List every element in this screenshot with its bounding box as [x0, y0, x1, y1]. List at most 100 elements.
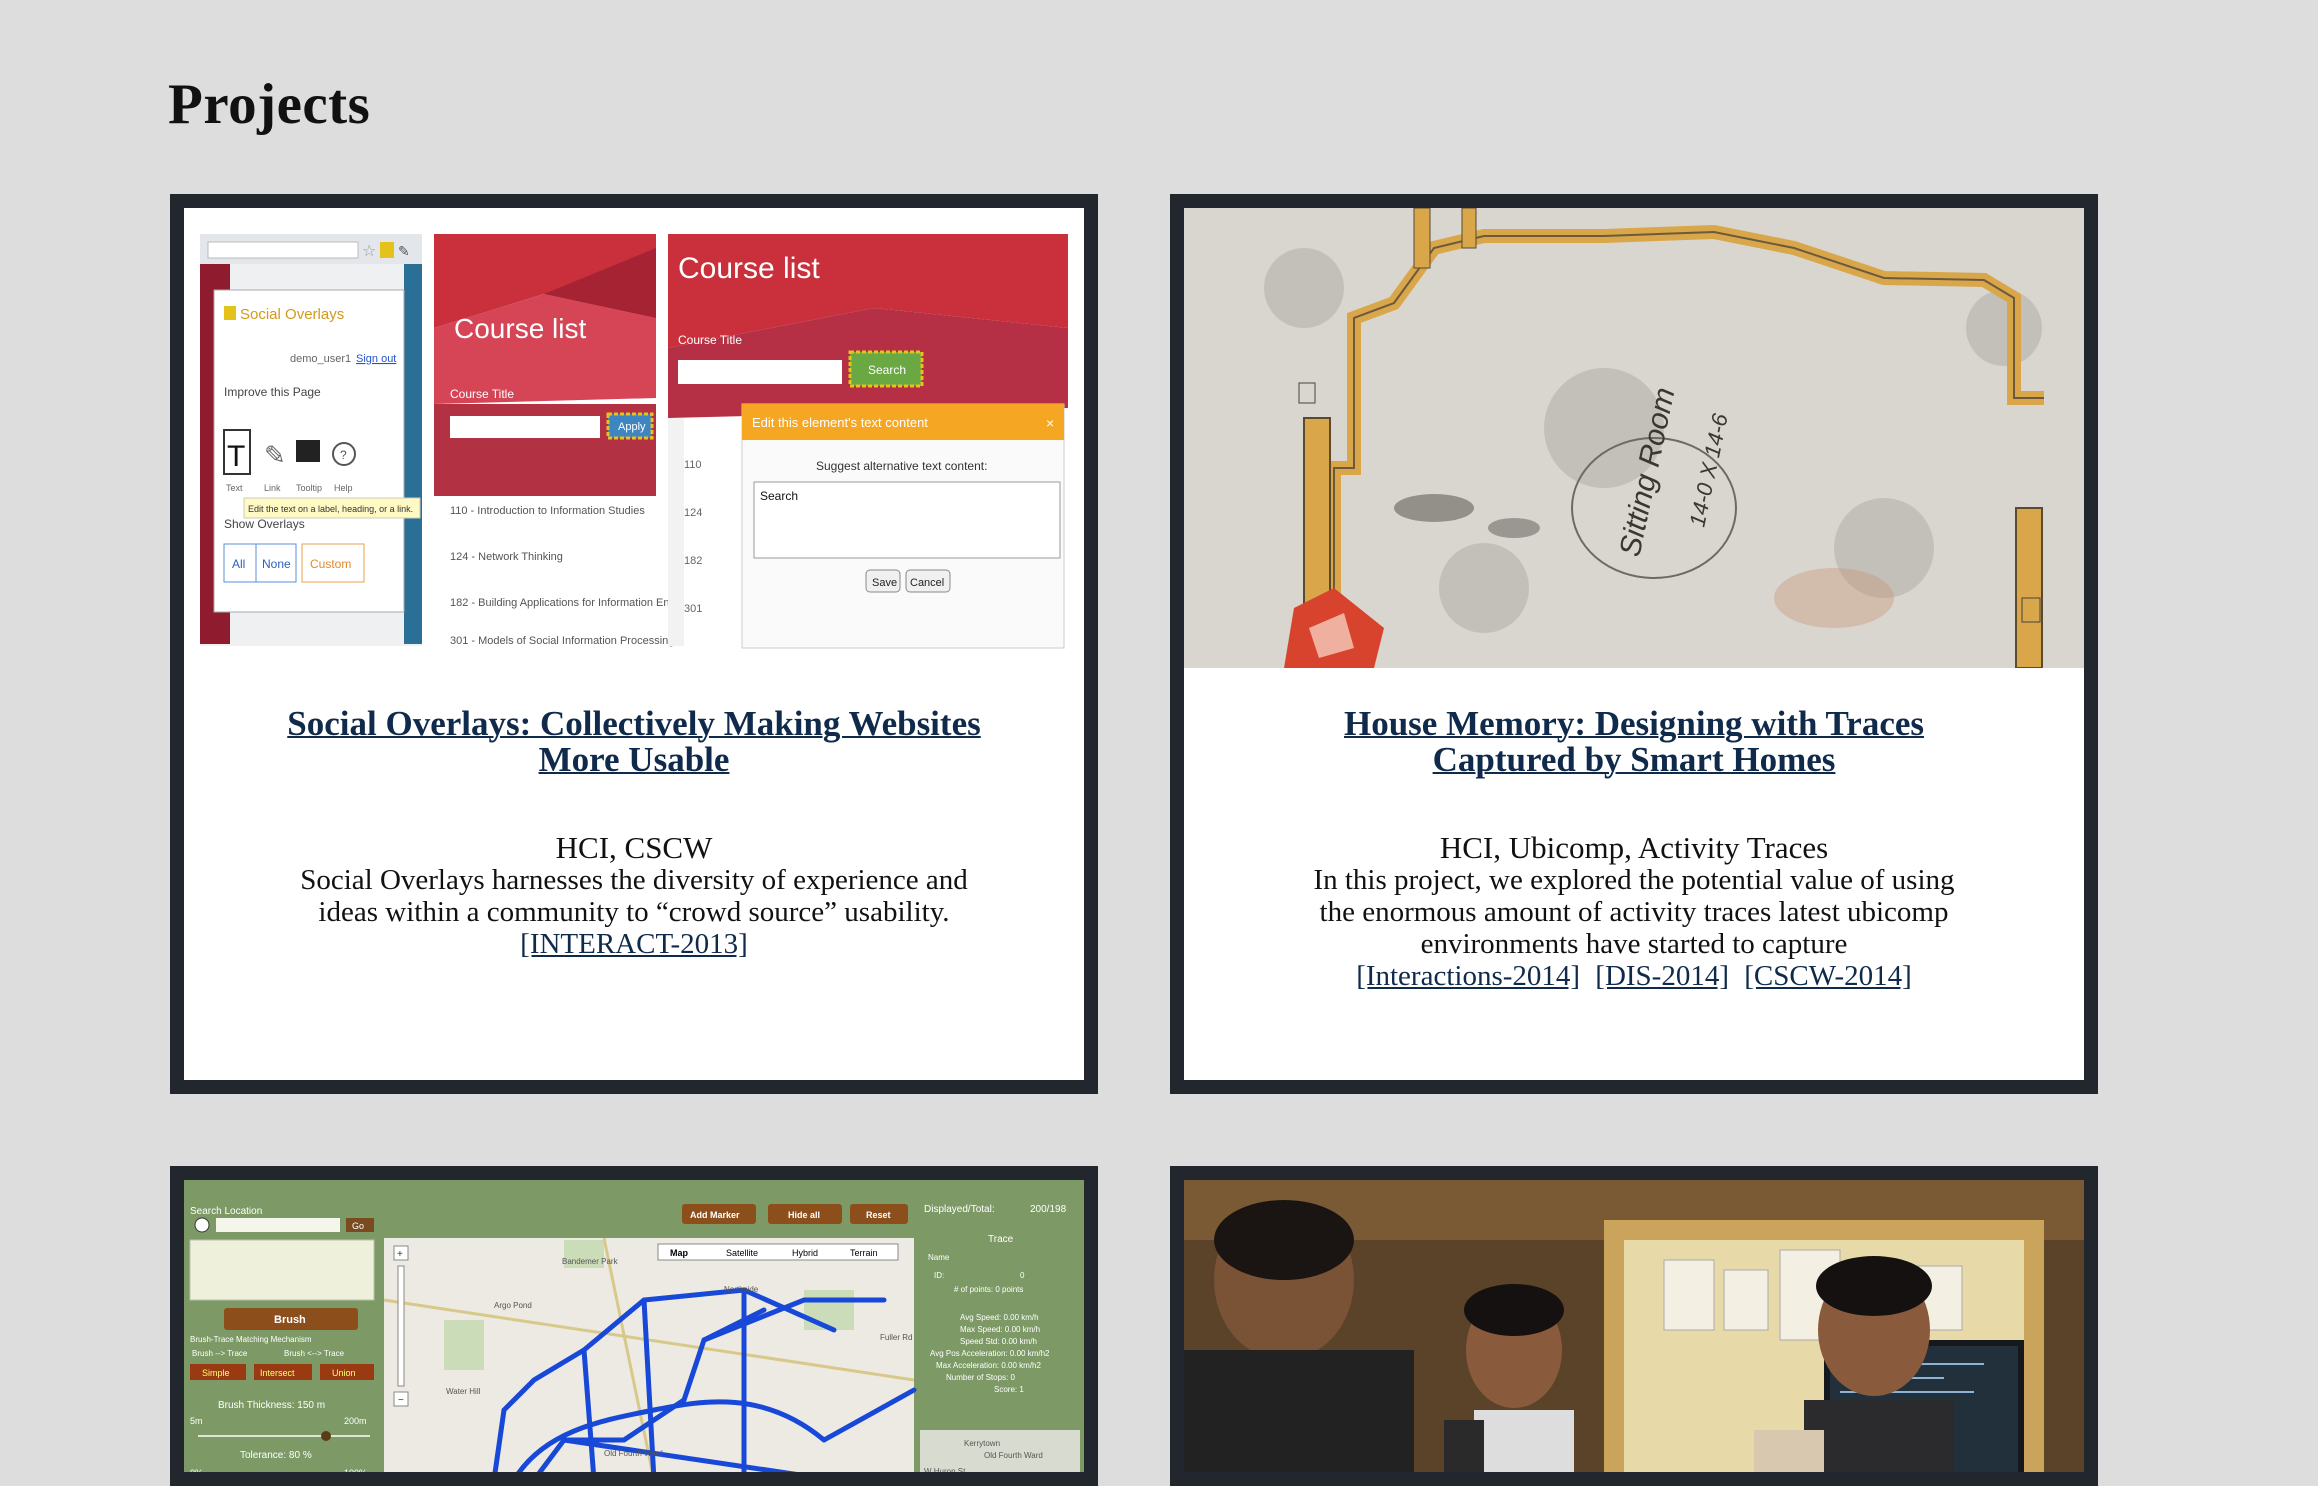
svg-text:Hybrid: Hybrid	[792, 1248, 818, 1258]
svg-text:None: None	[262, 557, 291, 571]
svg-text:Bandemer Park: Bandemer Park	[562, 1257, 619, 1266]
svg-text:Suggest alternative text conte: Suggest alternative text content:	[816, 459, 987, 473]
project-publication-links: [Interactions-2014] [DIS-2014] [CSCW-201…	[1274, 960, 1994, 992]
svg-text:Displayed/Total:: Displayed/Total:	[924, 1204, 995, 1215]
house-memory-thumbnail[interactable]: Sitting Room 14-0 X 14-6	[1184, 208, 2084, 668]
svg-text:Union: Union	[332, 1368, 356, 1378]
svg-text:# of points: 0 points: # of points: 0 points	[954, 1285, 1023, 1294]
svg-text:Northside: Northside	[724, 1285, 759, 1294]
svg-text:☆: ☆	[362, 243, 376, 260]
project-card-house-memory: Sitting Room 14-0 X 14-6 House Memory: D…	[1170, 194, 2098, 1094]
svg-text:Avg Speed: 0.00 km/h: Avg Speed: 0.00 km/h	[960, 1313, 1039, 1322]
svg-text:Add Marker: Add Marker	[690, 1210, 740, 1220]
svg-text:5m: 5m	[190, 1416, 203, 1426]
svg-text:Name: Name	[928, 1253, 950, 1262]
svg-text:Satellite: Satellite	[726, 1248, 758, 1258]
svg-text:Brush-Trace Matching Mechanism: Brush-Trace Matching Mechanism	[190, 1335, 312, 1344]
svg-text:110: 110	[684, 459, 702, 471]
svg-text:Max Speed: 0.00 km/h: Max Speed: 0.00 km/h	[960, 1325, 1040, 1334]
svg-text:0%: 0%	[190, 1468, 203, 1478]
publication-link-cscw-2014[interactable]: [CSCW-2014]	[1744, 960, 1912, 992]
trace-map-thumbnail[interactable]: Search Location Go Brush Brush-Trace Mat…	[184, 1180, 1084, 1478]
svg-text:✎: ✎	[398, 243, 410, 259]
svg-text:Help: Help	[334, 483, 353, 493]
page-title: Projects	[168, 73, 371, 136]
svg-text:Brush <--> Trace: Brush <--> Trace	[284, 1349, 345, 1358]
svg-text:T: T	[227, 440, 245, 473]
svg-text:301 - Models of Social Informa: 301 - Models of Social Information Proce…	[450, 635, 674, 647]
svg-text:−: −	[398, 1395, 404, 1406]
social-overlays-screenshot: ☆ ✎ Social Overlays demo_user1 Sign out …	[200, 234, 1068, 649]
svg-text:Terrain: Terrain	[850, 1248, 878, 1258]
svg-text:200m: 200m	[344, 1416, 367, 1426]
svg-text:Kerrytown: Kerrytown	[964, 1439, 1000, 1448]
svg-text:124 - Network Thinking: 124 - Network Thinking	[450, 551, 563, 563]
svg-text:Search: Search	[868, 363, 906, 377]
svg-text:Show Overlays: Show Overlays	[224, 517, 305, 531]
svg-text:Cancel: Cancel	[910, 577, 944, 589]
svg-text:?: ?	[340, 448, 347, 462]
svg-text:Trace: Trace	[988, 1234, 1014, 1245]
publication-link-interact-2013[interactable]: [INTERACT-2013]	[520, 928, 748, 960]
svg-text:301: 301	[684, 603, 702, 615]
publication-link-dis-2014[interactable]: [DIS-2014]	[1595, 960, 1729, 992]
svg-text:Brush: Brush	[274, 1314, 306, 1326]
project-title-link[interactable]: Social Overlays: Collectively Making Web…	[274, 706, 994, 778]
svg-text:Old Fourth Ward: Old Fourth Ward	[984, 1451, 1043, 1460]
svg-text:0: 0	[1020, 1271, 1025, 1280]
project-tags: HCI, CSCW	[555, 830, 713, 865]
svg-text:Brush Thickness: 150 m: Brush Thickness: 150 m	[218, 1400, 325, 1411]
trace-map-screenshot: Search Location Go Brush Brush-Trace Mat…	[184, 1180, 1084, 1478]
project-title-link[interactable]: House Memory: Designing with Traces Capt…	[1274, 706, 1994, 778]
svg-text:Argo Pond: Argo Pond	[494, 1301, 532, 1310]
svg-text:Tooltip: Tooltip	[296, 483, 322, 493]
svg-text:Link: Link	[264, 483, 281, 493]
svg-text:Old Fourth Ward: Old Fourth Ward	[604, 1449, 663, 1458]
social-overlays-thumbnail[interactable]: ☆ ✎ Social Overlays demo_user1 Sign out …	[184, 208, 1084, 662]
svg-text:Course list: Course list	[678, 252, 820, 285]
floor-plan-sketch-image: Sitting Room 14-0 X 14-6	[1184, 208, 2084, 668]
svg-text:Course Title: Course Title	[678, 333, 742, 347]
project-description: In this project, we explored the potenti…	[1313, 864, 1955, 960]
svg-text:Go: Go	[352, 1221, 364, 1231]
project-tags: HCI, Ubicomp, Activity Traces	[1439, 830, 1829, 865]
svg-text:Search: Search	[760, 489, 798, 503]
svg-text:×: ×	[1046, 415, 1054, 431]
svg-text:Brush --> Trace: Brush --> Trace	[192, 1349, 248, 1358]
svg-text:Number of Stops: 0: Number of Stops: 0	[946, 1373, 1015, 1382]
project-publication-links: [INTERACT-2013]	[274, 928, 994, 960]
svg-text:Fuller Rd: Fuller Rd	[880, 1333, 912, 1342]
project-card-body: Social Overlays: Collectively Making Web…	[184, 706, 1084, 961]
svg-text:Water Hill: Water Hill	[446, 1387, 481, 1396]
svg-text:Tolerance: 80 %: Tolerance: 80 %	[240, 1450, 312, 1461]
svg-text:Social Overlays: Social Overlays	[240, 306, 344, 323]
svg-text:+: +	[397, 1249, 403, 1260]
project-description: Social Overlays harnesses the diversity …	[300, 864, 968, 928]
svg-text:Improve this Page: Improve this Page	[224, 385, 321, 399]
svg-text:Hide all: Hide all	[788, 1210, 820, 1220]
svg-text:182: 182	[684, 555, 702, 567]
project-card-body: House Memory: Designing with Traces Capt…	[1184, 706, 2084, 993]
svg-text:Text: Text	[226, 483, 243, 493]
svg-text:Simple: Simple	[202, 1368, 230, 1378]
svg-text:Custom: Custom	[310, 557, 351, 571]
svg-text:200/198: 200/198	[1030, 1204, 1067, 1215]
svg-text:Edit the text on a label, head: Edit the text on a label, heading, or a …	[248, 504, 413, 514]
people-photo-thumbnail[interactable]	[1184, 1180, 2084, 1472]
svg-text:Avg Pos Acceleration: 0.00 km/: Avg Pos Acceleration: 0.00 km/h2	[930, 1349, 1050, 1358]
svg-text:Edit this element's text conte: Edit this element's text content	[752, 415, 928, 430]
svg-text:100%: 100%	[344, 1468, 367, 1478]
publication-link-interactions-2014[interactable]: [Interactions-2014]	[1356, 960, 1580, 992]
svg-text:Save: Save	[872, 577, 897, 589]
svg-text:Apply: Apply	[618, 421, 646, 433]
svg-text:Map: Map	[670, 1248, 689, 1258]
svg-text:demo_user1: demo_user1	[290, 353, 351, 365]
svg-text:Course Title: Course Title	[450, 387, 514, 401]
svg-text:110 - Introduction to Informat: 110 - Introduction to Information Studie…	[450, 505, 645, 517]
svg-text:Sign out: Sign out	[356, 353, 396, 365]
svg-text:Reset: Reset	[866, 1210, 891, 1220]
svg-text:Course list: Course list	[454, 313, 586, 344]
svg-text:Speed Std: 0.00 km/h: Speed Std: 0.00 km/h	[960, 1337, 1037, 1346]
project-card-photo	[1170, 1166, 2098, 1486]
project-card-trace-brushing: Search Location Go Brush Brush-Trace Mat…	[170, 1166, 1098, 1486]
